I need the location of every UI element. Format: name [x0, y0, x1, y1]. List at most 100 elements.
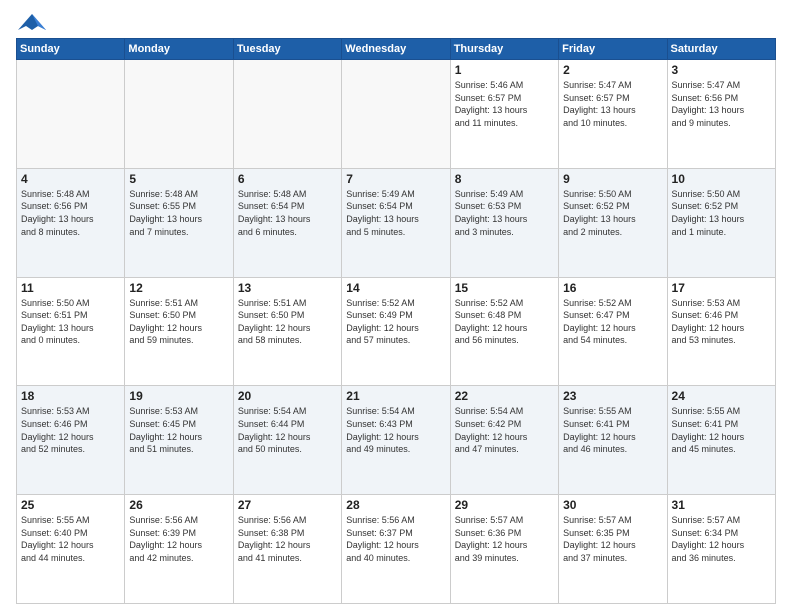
day-number: 10	[672, 172, 771, 186]
day-info: Sunrise: 5:54 AM Sunset: 6:42 PM Dayligh…	[455, 405, 554, 455]
day-number: 31	[672, 498, 771, 512]
day-info: Sunrise: 5:48 AM Sunset: 6:55 PM Dayligh…	[129, 188, 228, 238]
weekday-header: Friday	[559, 39, 667, 60]
day-number: 9	[563, 172, 662, 186]
calendar-day-cell	[17, 60, 125, 169]
day-number: 18	[21, 389, 120, 403]
calendar-day-cell: 30 Sunrise: 5:57 AM Sunset: 6:35 PM Dayli…	[559, 495, 667, 604]
day-info: Sunrise: 5:57 AM Sunset: 6:36 PM Dayligh…	[455, 514, 554, 564]
day-info: Sunrise: 5:54 AM Sunset: 6:44 PM Dayligh…	[238, 405, 337, 455]
calendar-day-cell: 21Sunrise: 5:54 AM Sunset: 6:43 PM Dayli…	[342, 386, 450, 495]
logo-bird-icon	[18, 12, 46, 32]
day-number: 26	[129, 498, 228, 512]
day-info: Sunrise: 5:51 AM Sunset: 6:50 PM Dayligh…	[129, 297, 228, 347]
calendar-day-cell: 17 Sunrise: 5:53 AM Sunset: 6:46 PM Dayli…	[667, 277, 775, 386]
calendar-table: SundayMondayTuesdayWednesdayThursdayFrid…	[16, 38, 776, 604]
day-info: Sunrise: 5:56 AM Sunset: 6:39 PM Dayligh…	[129, 514, 228, 564]
weekday-header: Saturday	[667, 39, 775, 60]
day-info: Sunrise: 5:47 AM Sunset: 6:57 PM Dayligh…	[563, 79, 662, 129]
calendar-day-cell: 9 Sunrise: 5:50 AM Sunset: 6:52 PM Daylig…	[559, 168, 667, 277]
day-info: Sunrise: 5:46 AM Sunset: 6:57 PM Dayligh…	[455, 79, 554, 129]
day-info: Sunrise: 5:53 AM Sunset: 6:45 PM Dayligh…	[129, 405, 228, 455]
calendar-week-row: 11 Sunrise: 5:50 AM Sunset: 6:51 PM Dayli…	[17, 277, 776, 386]
day-info: Sunrise: 5:55 AM Sunset: 6:41 PM Dayligh…	[563, 405, 662, 455]
calendar-week-row: 1Sunrise: 5:46 AM Sunset: 6:57 PM Daylig…	[17, 60, 776, 169]
day-info: Sunrise: 5:52 AM Sunset: 6:48 PM Dayligh…	[455, 297, 554, 347]
calendar-day-cell: 7 Sunrise: 5:49 AM Sunset: 6:54 PM Daylig…	[342, 168, 450, 277]
weekday-header: Tuesday	[233, 39, 341, 60]
calendar-week-row: 25 Sunrise: 5:55 AM Sunset: 6:40 PM Dayli…	[17, 495, 776, 604]
calendar-day-cell: 28 Sunrise: 5:56 AM Sunset: 6:37 PM Dayli…	[342, 495, 450, 604]
day-number: 3	[672, 63, 771, 77]
day-info: Sunrise: 5:57 AM Sunset: 6:34 PM Dayligh…	[672, 514, 771, 564]
weekday-header: Thursday	[450, 39, 558, 60]
day-info: Sunrise: 5:49 AM Sunset: 6:54 PM Dayligh…	[346, 188, 445, 238]
calendar-day-cell	[233, 60, 341, 169]
day-info: Sunrise: 5:52 AM Sunset: 6:49 PM Dayligh…	[346, 297, 445, 347]
calendar-day-cell	[125, 60, 233, 169]
day-number: 27	[238, 498, 337, 512]
day-number: 15	[455, 281, 554, 295]
calendar-day-cell: 19 Sunrise: 5:53 AM Sunset: 6:45 PM Dayli…	[125, 386, 233, 495]
calendar-day-cell: 23 Sunrise: 5:55 AM Sunset: 6:41 PM Dayli…	[559, 386, 667, 495]
calendar-day-cell: 25 Sunrise: 5:55 AM Sunset: 6:40 PM Dayli…	[17, 495, 125, 604]
day-number: 4	[21, 172, 120, 186]
day-info: Sunrise: 5:57 AM Sunset: 6:35 PM Dayligh…	[563, 514, 662, 564]
day-number: 8	[455, 172, 554, 186]
day-info: Sunrise: 5:50 AM Sunset: 6:51 PM Dayligh…	[21, 297, 120, 347]
day-info: Sunrise: 5:48 AM Sunset: 6:56 PM Dayligh…	[21, 188, 120, 238]
day-number: 22	[455, 389, 554, 403]
calendar-day-cell: 4 Sunrise: 5:48 AM Sunset: 6:56 PM Daylig…	[17, 168, 125, 277]
weekday-header: Sunday	[17, 39, 125, 60]
calendar-day-cell: 5 Sunrise: 5:48 AM Sunset: 6:55 PM Daylig…	[125, 168, 233, 277]
day-number: 16	[563, 281, 662, 295]
day-number: 19	[129, 389, 228, 403]
day-number: 25	[21, 498, 120, 512]
day-info: Sunrise: 5:53 AM Sunset: 6:46 PM Dayligh…	[672, 297, 771, 347]
day-info: Sunrise: 5:52 AM Sunset: 6:47 PM Dayligh…	[563, 297, 662, 347]
calendar-day-cell: 2 Sunrise: 5:47 AM Sunset: 6:57 PM Daylig…	[559, 60, 667, 169]
calendar-day-cell: 26 Sunrise: 5:56 AM Sunset: 6:39 PM Dayli…	[125, 495, 233, 604]
logo	[16, 12, 46, 32]
calendar-week-row: 4 Sunrise: 5:48 AM Sunset: 6:56 PM Daylig…	[17, 168, 776, 277]
day-number: 17	[672, 281, 771, 295]
day-number: 7	[346, 172, 445, 186]
calendar-day-cell: 20Sunrise: 5:54 AM Sunset: 6:44 PM Dayli…	[233, 386, 341, 495]
calendar-day-cell: 11 Sunrise: 5:50 AM Sunset: 6:51 PM Dayli…	[17, 277, 125, 386]
day-info: Sunrise: 5:56 AM Sunset: 6:37 PM Dayligh…	[346, 514, 445, 564]
day-number: 5	[129, 172, 228, 186]
day-info: Sunrise: 5:49 AM Sunset: 6:53 PM Dayligh…	[455, 188, 554, 238]
day-info: Sunrise: 5:50 AM Sunset: 6:52 PM Dayligh…	[563, 188, 662, 238]
calendar-day-cell: 10Sunrise: 5:50 AM Sunset: 6:52 PM Dayli…	[667, 168, 775, 277]
calendar-day-cell: 3Sunrise: 5:47 AM Sunset: 6:56 PM Daylig…	[667, 60, 775, 169]
day-info: Sunrise: 5:48 AM Sunset: 6:54 PM Dayligh…	[238, 188, 337, 238]
weekday-header: Wednesday	[342, 39, 450, 60]
calendar-day-cell: 18 Sunrise: 5:53 AM Sunset: 6:46 PM Dayli…	[17, 386, 125, 495]
day-info: Sunrise: 5:55 AM Sunset: 6:40 PM Dayligh…	[21, 514, 120, 564]
day-number: 6	[238, 172, 337, 186]
page: SundayMondayTuesdayWednesdayThursdayFrid…	[0, 0, 792, 612]
calendar-day-cell: 15 Sunrise: 5:52 AM Sunset: 6:48 PM Dayli…	[450, 277, 558, 386]
calendar-day-cell: 6 Sunrise: 5:48 AM Sunset: 6:54 PM Daylig…	[233, 168, 341, 277]
day-info: Sunrise: 5:56 AM Sunset: 6:38 PM Dayligh…	[238, 514, 337, 564]
calendar-day-cell: 12Sunrise: 5:51 AM Sunset: 6:50 PM Dayli…	[125, 277, 233, 386]
calendar-day-cell: 24Sunrise: 5:55 AM Sunset: 6:41 PM Dayli…	[667, 386, 775, 495]
weekday-header-row: SundayMondayTuesdayWednesdayThursdayFrid…	[17, 39, 776, 60]
day-number: 24	[672, 389, 771, 403]
day-number: 28	[346, 498, 445, 512]
weekday-header: Monday	[125, 39, 233, 60]
calendar-day-cell: 27 Sunrise: 5:56 AM Sunset: 6:38 PM Dayli…	[233, 495, 341, 604]
day-number: 23	[563, 389, 662, 403]
calendar-day-cell	[342, 60, 450, 169]
day-number: 21	[346, 389, 445, 403]
calendar-day-cell: 1Sunrise: 5:46 AM Sunset: 6:57 PM Daylig…	[450, 60, 558, 169]
day-number: 11	[21, 281, 120, 295]
day-info: Sunrise: 5:51 AM Sunset: 6:50 PM Dayligh…	[238, 297, 337, 347]
calendar-day-cell: 13Sunrise: 5:51 AM Sunset: 6:50 PM Dayli…	[233, 277, 341, 386]
calendar-day-cell: 16 Sunrise: 5:52 AM Sunset: 6:47 PM Dayli…	[559, 277, 667, 386]
calendar-day-cell: 22 Sunrise: 5:54 AM Sunset: 6:42 PM Dayli…	[450, 386, 558, 495]
header	[16, 12, 776, 32]
day-info: Sunrise: 5:53 AM Sunset: 6:46 PM Dayligh…	[21, 405, 120, 455]
day-number: 30	[563, 498, 662, 512]
day-number: 2	[563, 63, 662, 77]
